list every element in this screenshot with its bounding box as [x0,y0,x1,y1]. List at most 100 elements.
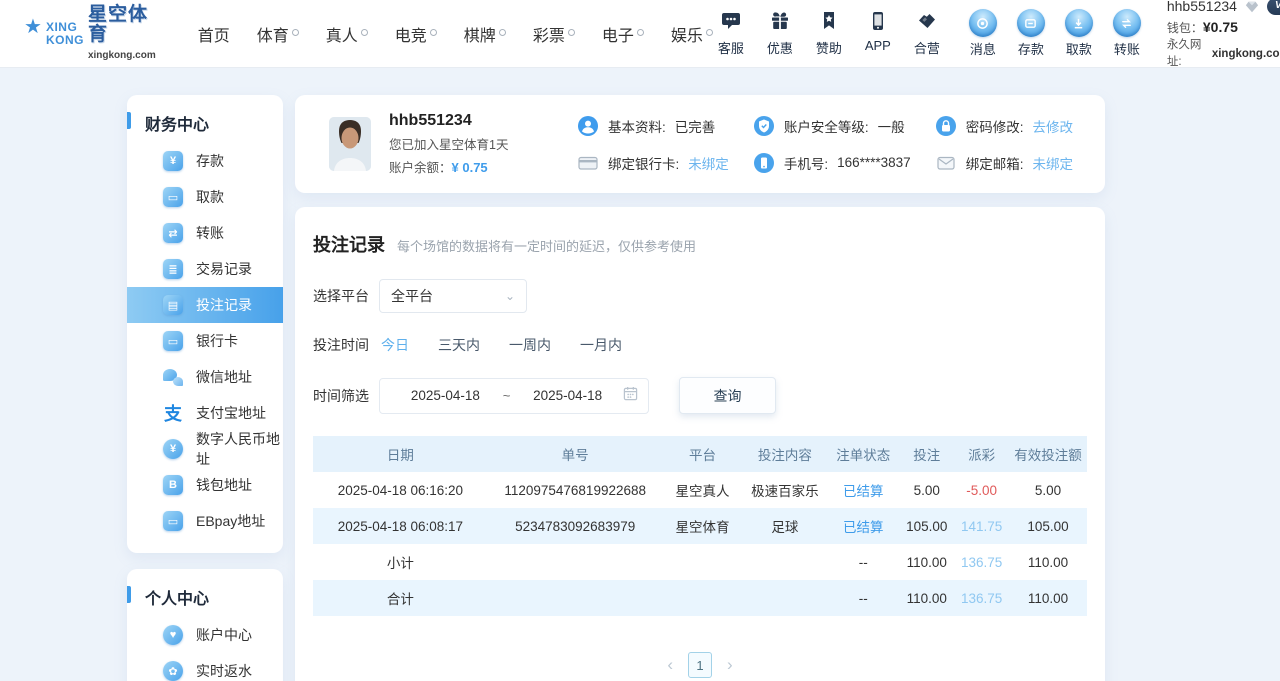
status-cell: -- [827,591,899,606]
quick-link-label: 优惠 [767,38,793,57]
profile-joined: 您已加入星空体育1天 [389,134,577,153]
personal-items: ♥账户中心✿实时返水 [127,617,283,681]
sidebar-item-钱包地址[interactable]: B钱包地址 [127,467,283,503]
orb-link-3[interactable]: 转账 [1109,9,1145,58]
column-header: 有效投注额 [1009,444,1087,464]
nav-item-7[interactable]: 娱乐 [671,22,713,46]
sidebar-item-label: 账户中心 [196,625,252,645]
nav-item-3[interactable]: 电竞 [395,22,437,46]
profile-info-row: 绑定银行卡:未绑定 [577,152,729,174]
time-option-三天内[interactable]: 三天内 [438,335,480,355]
nav-item-6[interactable]: 电子 [602,22,644,46]
profile-info-row: 基本资料:已完善 [577,115,729,137]
sidebar-item-支付宝地址[interactable]: 支支付宝地址 [127,395,283,431]
quick-link-0[interactable]: 客服 [713,11,749,57]
date-range-picker[interactable]: 2025-04-18 ~ 2025-04-18 [379,378,649,414]
platform-select[interactable]: 全平台 ⌄ [379,279,527,313]
prev-page-button[interactable]: ‹ [667,655,673,675]
table-cell: 足球 [742,516,827,536]
wallet-icon: B [163,475,183,495]
vip-gem-icon [1241,0,1263,14]
table-cell: 141.75 [954,519,1009,534]
sidebar-item-label: 支付宝地址 [196,403,266,423]
page-number-button[interactable]: 1 [688,652,712,678]
sidebar-item-存款[interactable]: ¥存款 [127,143,283,179]
query-button[interactable]: 查询 [679,377,776,414]
table-cell: 105.00 [1009,519,1087,534]
withdraw-icon: ▭ [163,187,183,207]
transaction-record-icon: ≣ [163,259,183,279]
next-page-button[interactable]: › [727,655,733,675]
status-cell: -- [827,555,899,570]
dropdown-circle-icon [499,29,506,36]
site-logo[interactable]: ★ XINGKONG 星空体育 xingkong.com [24,5,156,63]
sidebar-item-交易记录[interactable]: ≣ 交易记录 [127,251,283,287]
table-row: 2025-04-18 06:08:175234783092683979星空体育足… [313,508,1087,544]
balance-amount: ¥ 0.75 [452,160,488,175]
orb-link-0[interactable]: 消息 [965,9,1001,58]
info-value-link[interactable]: 去修改 [1033,116,1074,136]
nav-item-5[interactable]: 彩票 [533,22,575,46]
date-range-separator: ~ [501,388,513,403]
info-label: 绑定邮箱: [966,153,1024,173]
quick-link-3[interactable]: APP [860,11,896,57]
time-option-一月内[interactable]: 一月内 [580,335,622,355]
table-cell: 5.00 [899,483,954,498]
sidebar-item-微信地址[interactable]: 微信地址 [127,359,283,395]
table-cell: 110.00 [899,591,954,606]
dropdown-circle-icon [637,29,644,36]
quick-link-label: 客服 [718,38,744,57]
sidebar-item-账户中心[interactable]: ♥账户中心 [127,617,283,653]
sidebar-item-label: 交易记录 [196,259,252,279]
sidebar-item-转账[interactable]: ⇄转账 [127,215,283,251]
dropdown-circle-icon [430,29,437,36]
info-value-link[interactable]: 未绑定 [1033,153,1074,173]
profile-info-column-2: 密码修改:去修改绑定邮箱: 未绑定 [935,115,1073,174]
profile-balance: 账户余额：¥ 0.75 [389,157,577,176]
profile-info-row: 账户安全等级:一般 [753,115,911,137]
quick-link-1[interactable]: 优惠 [762,11,798,57]
sidebar-item-EBpay地址[interactable]: ▭EBpay地址 [127,503,283,539]
orb-link-1[interactable]: 存款 [1013,9,1049,58]
table-cell: 星空真人 [663,480,743,500]
profile-info-row: 密码修改:去修改 [935,115,1073,137]
profile-info-row: 绑定邮箱: 未绑定 [935,152,1073,174]
date-to-value[interactable]: 2025-04-18 [512,388,623,403]
wallet-amount: ¥0.75 [1203,19,1238,35]
nav-item-0[interactable]: 首页 [198,22,230,46]
sidebar-item-实时返水[interactable]: ✿实时返水 [127,653,283,681]
date-from-value[interactable]: 2025-04-18 [390,388,501,403]
info-value: 已完善 [675,116,716,136]
sidebar-item-数字人民币地址[interactable]: ¥数字人民币地址 [127,431,283,467]
bet-time-label: 投注时间 [313,335,377,355]
quick-link-label: 合营 [914,38,940,57]
time-option-今日[interactable]: 今日 [381,335,409,355]
quick-link-4[interactable]: 合营 [909,11,945,57]
nav-item-4[interactable]: 棋牌 [464,22,506,46]
info-value-link[interactable]: 未绑定 [688,153,729,173]
sidebar-item-银行卡[interactable]: ▭银行卡 [127,323,283,359]
table-cell: 5.00 [1009,483,1087,498]
time-option-一周内[interactable]: 一周内 [509,335,551,355]
sidebar-item-投注记录[interactable]: ▤投注记录 [127,287,283,323]
platform-filter-label: 选择平台 [313,286,377,306]
bet-records-table: 日期单号平台投注内容注单状态投注派彩有效投注额2025-04-18 06:16:… [313,436,1087,616]
orb-link-2[interactable]: 取款 [1061,9,1097,58]
nav-item-2[interactable]: 真人 [326,22,368,46]
column-header: 注单状态 [827,444,899,464]
time-range-options: 今日 三天内 一周内 一月内 [381,335,622,355]
records-title: 投注记录 [313,231,385,257]
quick-link-2[interactable]: 赞助 [811,11,847,57]
deposit-icon: ¥ [163,151,183,171]
main-nav: 首页 体育 真人 电竞 棋牌 彩票 电子 娱乐 [198,22,713,46]
handshake-icon [917,11,937,36]
dropdown-circle-icon [706,29,713,36]
column-header: 单号 [488,444,663,464]
profile-card: hhb551234 您已加入星空体育1天 账户余额：¥ 0.75 基本资料:已完… [295,95,1105,193]
nav-item-1[interactable]: 体育 [257,22,299,46]
table-cell: 136.75 [954,591,1009,606]
profile-info-column-1: 账户安全等级:一般手机号:166****3837 [753,115,911,174]
sidebar-item-取款[interactable]: ▭取款 [127,179,283,215]
transfer-icon: ⇄ [163,223,183,243]
table-row: 合计--110.00136.75110.00 [313,580,1087,616]
